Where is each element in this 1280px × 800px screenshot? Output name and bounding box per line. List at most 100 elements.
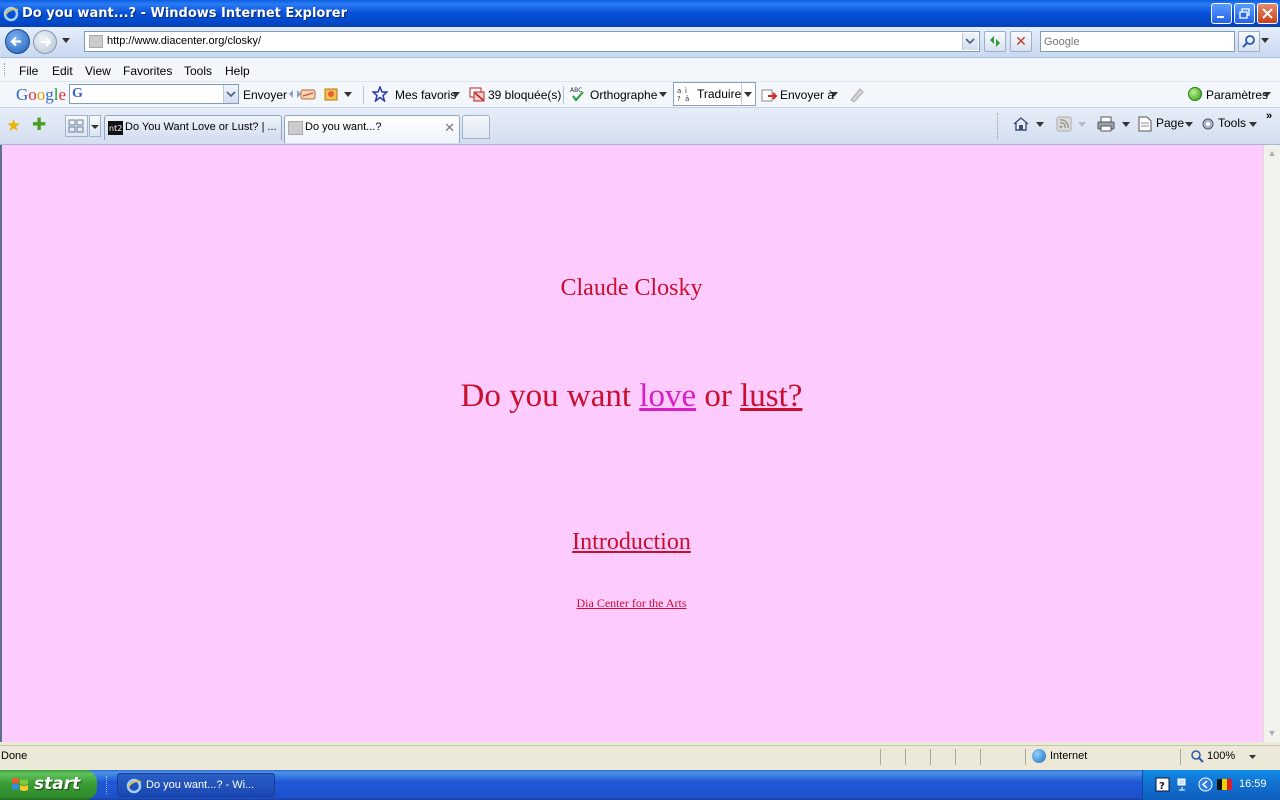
highlighter-icon[interactable]	[848, 86, 865, 103]
menu-bar: File Edit View Favorites Tools Help	[0, 58, 1280, 82]
tab-do-you-want[interactable]: Do you want...? ✕	[284, 115, 460, 143]
taskbar-item-label: Do you want...? - Wi...	[146, 779, 255, 791]
help-icon[interactable]: ?	[1155, 777, 1170, 792]
quick-tabs-icon	[68, 119, 84, 133]
taskbar-grip[interactable]	[106, 776, 107, 794]
home-dropdown-icon[interactable]	[1036, 122, 1044, 128]
chevron-more-icon[interactable]: »	[1266, 110, 1272, 122]
status-divider	[1025, 749, 1026, 765]
address-url[interactable]: http://www.diacenter.org/closky/	[107, 35, 261, 47]
home-icon[interactable]	[1012, 116, 1030, 132]
close-button[interactable]	[1257, 3, 1278, 24]
envoyer-a-button[interactable]: Envoyer à	[780, 88, 834, 102]
parametres-button[interactable]: Paramètres	[1206, 88, 1268, 102]
love-link[interactable]: love	[639, 378, 696, 414]
dia-center-link[interactable]: Dia Center for the Arts	[577, 596, 687, 610]
tab-list-button[interactable]	[89, 115, 101, 137]
menu-edit[interactable]: Edit	[52, 64, 73, 78]
mes-favoris-button[interactable]: Mes favoris	[395, 88, 456, 102]
traduire-button[interactable]: a ì? ä Traduire	[673, 82, 756, 106]
zoom-dropdown-icon[interactable]	[1249, 755, 1256, 760]
google-logo[interactable]: Google	[16, 85, 66, 105]
language-flag-icon[interactable]	[1217, 777, 1232, 792]
search-input[interactable]	[1041, 32, 1234, 51]
scroll-down-icon[interactable]: ▼	[1264, 725, 1280, 742]
google-search-field[interactable]: G	[69, 84, 239, 104]
nt2-favicon-icon: nt2	[108, 121, 123, 135]
tools-menu-button[interactable]: Tools	[1218, 116, 1246, 130]
tab-close-icon[interactable]: ✕	[444, 120, 455, 136]
zoom-icon	[1191, 750, 1204, 763]
toolbar-grip[interactable]	[4, 63, 7, 77]
scroll-up-icon[interactable]: ▲	[1264, 145, 1280, 162]
popup-blocked-count[interactable]: 39 bloquée(s)	[488, 88, 561, 102]
quick-tabs-button[interactable]	[65, 115, 88, 137]
tab-list-dropdown-icon	[91, 125, 99, 129]
status-divider	[930, 749, 931, 765]
feeds-icon[interactable]	[1055, 116, 1073, 132]
svg-text:ä: ä	[685, 95, 689, 102]
favorites-center-icon[interactable]: ★	[6, 116, 21, 136]
google-search-dropdown[interactable]	[223, 85, 238, 103]
print-dropdown-icon[interactable]	[1122, 122, 1130, 128]
internet-zone-icon	[1032, 749, 1046, 763]
search-button[interactable]	[1238, 31, 1260, 52]
status-bar: Done Internet 100%	[0, 745, 1280, 767]
vertical-scrollbar[interactable]: ▲ ▼	[1263, 145, 1280, 742]
refresh-button[interactable]	[984, 31, 1006, 52]
menu-help[interactable]: Help	[225, 64, 250, 78]
parametres-dropdown-icon[interactable]	[1263, 92, 1271, 98]
minimize-button[interactable]	[1211, 3, 1232, 24]
tools-dropdown-icon[interactable]	[1249, 122, 1257, 128]
orthographe-dropdown-icon[interactable]	[659, 92, 667, 98]
menu-favorites[interactable]: Favorites	[123, 64, 172, 78]
new-tab-button[interactable]	[462, 115, 490, 139]
menu-tools[interactable]: Tools	[184, 64, 212, 78]
start-label: start	[34, 774, 81, 794]
menu-file[interactable]: File	[19, 64, 38, 78]
stop-button[interactable]: ✕	[1010, 31, 1032, 52]
introduction-link[interactable]: Introduction	[572, 529, 691, 555]
favoris-dropdown-icon[interactable]	[452, 92, 460, 98]
chevron-left-icon[interactable]	[1198, 777, 1213, 792]
toolbar-separator	[363, 86, 364, 104]
back-button[interactable]	[5, 29, 30, 54]
restore-button[interactable]	[1234, 3, 1255, 24]
ie-icon	[126, 778, 142, 794]
start-button[interactable]: start	[0, 770, 97, 800]
pagerank-icon[interactable]	[300, 86, 316, 102]
search-options-dropdown-icon[interactable]	[1261, 38, 1269, 44]
print-icon[interactable]	[1097, 116, 1115, 132]
clock[interactable]: 16:59	[1239, 778, 1267, 790]
orthographe-button[interactable]: Orthographe	[590, 88, 657, 102]
traduire-divider	[741, 83, 742, 105]
stop-icon: ✕	[1015, 33, 1027, 49]
google-send-button[interactable]: Envoyer	[243, 88, 287, 102]
bookmarks-icon[interactable]	[323, 86, 339, 102]
status-divider	[905, 749, 906, 765]
google-toolbar: Google G Envoyer Mes favoris 39 bloquée(…	[0, 82, 1280, 108]
search-box[interactable]	[1040, 31, 1235, 52]
lust-link[interactable]: lust?	[740, 378, 802, 414]
taskbar-item-ie[interactable]: Do you want...? - Wi...	[117, 773, 275, 797]
command-bar-grip[interactable]	[997, 113, 998, 139]
svg-text:?: ?	[1159, 781, 1165, 792]
bookmarks-dropdown-icon[interactable]	[344, 92, 352, 98]
address-dropdown-button[interactable]	[962, 33, 978, 50]
recent-pages-dropdown-icon[interactable]	[62, 38, 70, 44]
forward-button[interactable]	[33, 30, 57, 54]
network-icon[interactable]	[1176, 777, 1191, 792]
window-controls	[1211, 3, 1278, 24]
zoom-level[interactable]: 100%	[1207, 750, 1235, 762]
tab-love-or-lust[interactable]: nt2 Do You Want Love or Lust? | ...	[104, 115, 282, 140]
security-zone[interactable]: Internet	[1050, 750, 1087, 762]
feeds-dropdown-icon[interactable]	[1078, 122, 1086, 128]
envoyer-a-dropdown-icon[interactable]	[830, 92, 838, 98]
traduire-dropdown-icon[interactable]	[744, 92, 752, 98]
address-bar[interactable]: http://www.diacenter.org/closky/	[84, 31, 980, 52]
status-divider	[1180, 749, 1181, 765]
add-favorites-icon[interactable]: ✚	[32, 115, 46, 135]
menu-view[interactable]: View	[85, 64, 111, 78]
page-dropdown-icon[interactable]	[1185, 122, 1193, 128]
page-menu-button[interactable]: Page	[1156, 116, 1184, 130]
